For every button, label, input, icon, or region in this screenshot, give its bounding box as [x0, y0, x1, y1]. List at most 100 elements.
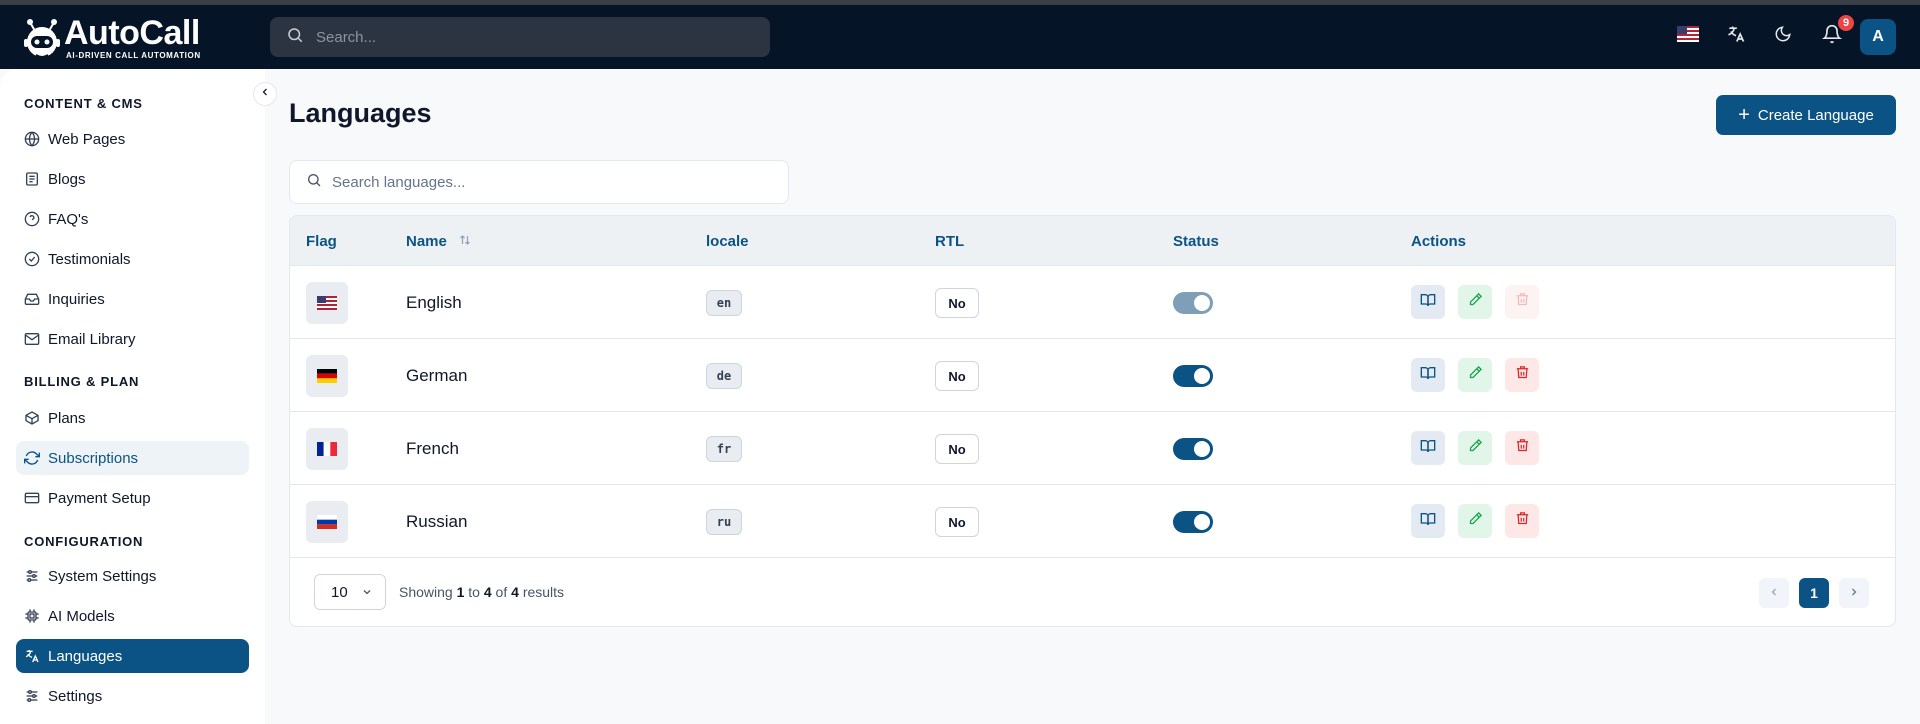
- table-row: French fr No: [290, 412, 1895, 485]
- chevron-left-icon: [1768, 585, 1780, 601]
- view-translations-button[interactable]: [1411, 431, 1445, 465]
- sidebar-item-blogs[interactable]: Blogs: [16, 162, 249, 196]
- sidebar-item-plans[interactable]: Plans: [16, 401, 249, 435]
- sidebar-item-languages[interactable]: Languages: [16, 639, 249, 673]
- per-page-select[interactable]: 10: [314, 574, 386, 610]
- mail-icon: [24, 331, 40, 347]
- logo-wordmark: AutoCall: [64, 14, 200, 52]
- view-translations-button[interactable]: [1411, 504, 1445, 538]
- moon-icon[interactable]: [1771, 22, 1795, 46]
- showing-prefix: Showing: [399, 584, 453, 600]
- sidebar-item-label: AI Models: [48, 607, 115, 625]
- sliders-icon: [24, 688, 40, 704]
- pencil-icon: [1468, 438, 1483, 458]
- page-button-current[interactable]: 1: [1799, 578, 1829, 608]
- flag-cell: [306, 501, 348, 543]
- trash-icon: [1515, 365, 1530, 385]
- status-toggle[interactable]: [1173, 438, 1213, 460]
- sidebar-item-label: System Settings: [48, 567, 157, 585]
- edit-button[interactable]: [1458, 358, 1492, 392]
- sidebar-item-label: Blogs: [48, 170, 86, 188]
- sidebar-item-label: Payment Setup: [48, 489, 151, 507]
- delete-button[interactable]: [1505, 285, 1539, 319]
- results-word: results: [522, 584, 565, 600]
- status-toggle[interactable]: [1173, 511, 1213, 533]
- page-title: Languages: [289, 98, 432, 128]
- sidebar-item-web-pages[interactable]: Web Pages: [16, 122, 249, 156]
- delete-button[interactable]: [1505, 431, 1539, 465]
- sidebar-item-inquiries[interactable]: Inquiries: [16, 282, 249, 316]
- us-flag-language-icon[interactable]: [1676, 22, 1700, 46]
- rtl-badge: No: [935, 361, 979, 391]
- translate-icon[interactable]: [1724, 22, 1748, 46]
- sidebar-item-settings[interactable]: Settings: [16, 679, 249, 713]
- locale-code: ru: [706, 509, 742, 535]
- locale-code: fr: [706, 436, 742, 462]
- create-language-label: Create Language: [1757, 106, 1874, 124]
- user-avatar[interactable]: A: [1860, 19, 1896, 55]
- sidebar-item-testimonials[interactable]: Testimonials: [16, 242, 249, 276]
- column-header-actions: Actions: [1411, 233, 1467, 250]
- pencil-icon: [1468, 292, 1483, 312]
- search-icon: [286, 26, 304, 49]
- pencil-icon: [1468, 511, 1483, 531]
- sidebar-item-system-settings[interactable]: System Settings: [16, 559, 249, 593]
- edit-button[interactable]: [1458, 504, 1492, 538]
- flag-cell: [306, 428, 348, 470]
- status-toggle[interactable]: [1173, 365, 1213, 387]
- sort-icon: [459, 233, 471, 250]
- locale-code: en: [706, 290, 742, 316]
- book-open-icon: [1420, 511, 1436, 532]
- create-language-button[interactable]: + Create Language: [1716, 95, 1896, 135]
- edit-button[interactable]: [1458, 431, 1492, 465]
- inbox-icon: [24, 291, 40, 307]
- status-toggle[interactable]: [1173, 292, 1213, 314]
- rtl-badge: No: [935, 507, 979, 537]
- delete-button[interactable]: [1505, 504, 1539, 538]
- translate-icon: [24, 648, 40, 664]
- view-translations-button[interactable]: [1411, 285, 1445, 319]
- top-bar: AutoCall AI-DRIVEN CALL AUTOMATION: [0, 5, 1920, 69]
- delete-button[interactable]: [1505, 358, 1539, 392]
- sidebar-item-email-library[interactable]: Email Library: [16, 322, 249, 356]
- sidebar-item-faqs[interactable]: FAQ's: [16, 202, 249, 236]
- of-word: of: [495, 584, 508, 600]
- sidebar-item-label: Plans: [48, 409, 86, 427]
- rtl-badge: No: [935, 434, 979, 464]
- search-icon: [306, 172, 322, 193]
- sidebar-item-payment-setup[interactable]: Payment Setup: [16, 481, 249, 515]
- sidebar-item-subscriptions[interactable]: Subscriptions: [16, 441, 249, 475]
- refresh-icon: [24, 450, 40, 466]
- chevron-right-icon: [1848, 585, 1860, 601]
- global-search-input[interactable]: [316, 28, 716, 46]
- results-from: 1: [456, 584, 465, 600]
- flag-cell: [306, 355, 348, 397]
- edit-button[interactable]: [1458, 285, 1492, 319]
- languages-search-input[interactable]: [332, 173, 772, 191]
- newspaper-icon: [24, 171, 40, 187]
- sidebar-item-ai-models[interactable]: AI Models: [16, 599, 249, 633]
- sidebar-section-content-cms: CONTENT & CMS: [24, 96, 143, 111]
- france-flag-icon: [317, 442, 337, 456]
- toggle-knob: [1194, 295, 1210, 311]
- check-circle-icon: [24, 251, 40, 267]
- logo[interactable]: AutoCall AI-DRIVEN CALL AUTOMATION: [22, 15, 201, 61]
- previous-page-button[interactable]: [1759, 578, 1789, 608]
- germany-flag-icon: [317, 369, 337, 383]
- sidebar-section-configuration: CONFIGURATION: [24, 534, 144, 549]
- column-header-name[interactable]: Name: [406, 233, 471, 250]
- us-flag-icon: [317, 296, 337, 310]
- results-to: 4: [483, 584, 492, 600]
- results-total: 4: [511, 584, 519, 600]
- view-translations-button[interactable]: [1411, 358, 1445, 392]
- locale-code: de: [706, 363, 742, 389]
- trash-icon: [1515, 511, 1530, 531]
- trash-icon: [1515, 292, 1530, 312]
- sidebar-item-label: Web Pages: [48, 130, 126, 148]
- language-name: Russian: [406, 512, 468, 531]
- next-page-button[interactable]: [1839, 578, 1869, 608]
- globe-icon: [24, 131, 40, 147]
- languages-search: [289, 160, 789, 204]
- notification-count-badge: 9: [1836, 13, 1856, 33]
- table-footer: 10 Showing 1 to 4 of 4 results 1: [290, 558, 1895, 626]
